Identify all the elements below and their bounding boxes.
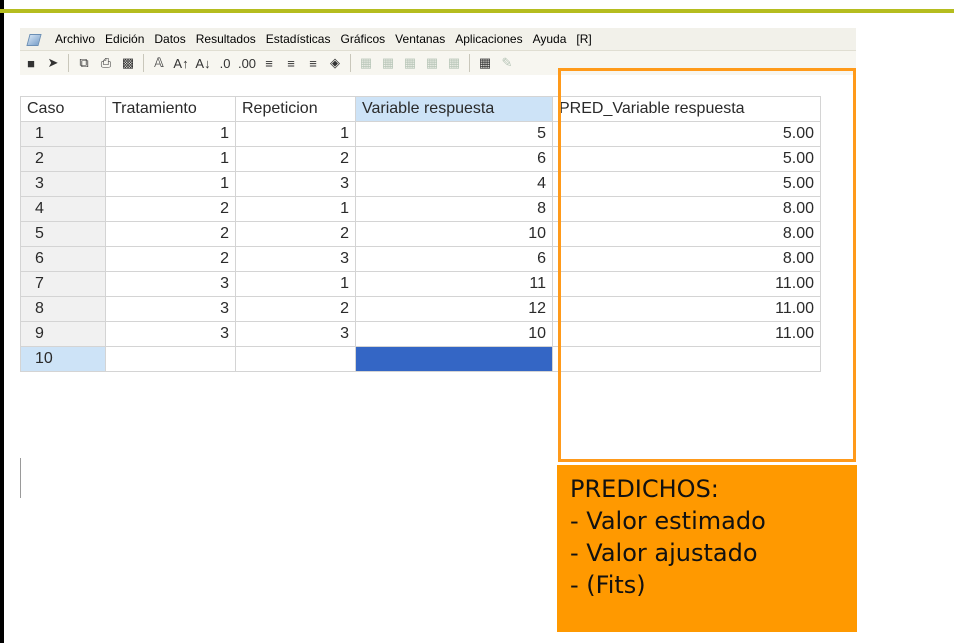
pred-column-highlight (558, 68, 856, 462)
cell-tratamiento[interactable]: 3 (105, 271, 236, 297)
toolbar-separator (68, 54, 69, 72)
edit-icon[interactable]: ✎ (496, 53, 518, 73)
row-number[interactable]: 4 (20, 196, 106, 222)
row-number[interactable]: 6 (20, 246, 106, 272)
cell-repeticion[interactable]: 2 (235, 296, 356, 322)
menu-graficos[interactable]: Gráficos (335, 32, 390, 46)
insert-column-icon[interactable]: ▦ (377, 53, 399, 73)
cell-repeticion[interactable]: 2 (235, 221, 356, 247)
cell-variable-respuesta[interactable]: 12 (355, 296, 553, 322)
font-decrease-icon[interactable]: A↓ (192, 53, 214, 73)
delete-row-icon[interactable]: ▦ (399, 53, 421, 73)
cell-variable-respuesta[interactable]: 10 (355, 221, 553, 247)
cell-variable-respuesta[interactable]: 11 (355, 271, 553, 297)
cell-variable-respuesta[interactable]: 6 (355, 246, 553, 272)
app-logo-icon (26, 32, 44, 46)
menu-ayuda[interactable]: Ayuda (528, 32, 572, 46)
column-header-caso[interactable]: Caso (20, 96, 106, 122)
cell-variable-respuesta[interactable]: 10 (355, 321, 553, 347)
row-number[interactable]: 10 (20, 346, 106, 372)
menu-estadisticas[interactable]: Estadísticas (261, 32, 336, 46)
cell-tratamiento[interactable]: 2 (105, 221, 236, 247)
column-header-repeticion[interactable]: Repeticion (235, 96, 356, 122)
cell-tratamiento[interactable]: 2 (105, 196, 236, 222)
print-icon[interactable]: ▩ (117, 53, 139, 73)
callout-title: PREDICHOS: (570, 475, 719, 503)
menu-ventanas[interactable]: Ventanas (390, 32, 450, 46)
row-number[interactable]: 2 (20, 146, 106, 172)
cell-tratamiento[interactable]: 3 (105, 296, 236, 322)
cell-repeticion[interactable]: 3 (235, 321, 356, 347)
align-left-icon[interactable]: ≡ (258, 53, 280, 73)
cell-repeticion[interactable]: 1 (235, 121, 356, 147)
toolbar-separator (350, 54, 351, 72)
menu-aplicaciones[interactable]: Aplicaciones (450, 32, 527, 46)
column-header-tratamiento[interactable]: Tratamiento (105, 96, 236, 122)
selected-cell[interactable] (355, 346, 553, 372)
row-number[interactable]: 3 (20, 171, 106, 197)
cell-variable-respuesta[interactable]: 4 (355, 171, 553, 197)
fill-color-icon[interactable]: ◈ (324, 53, 346, 73)
menu-datos[interactable]: Datos (149, 32, 190, 46)
save-icon[interactable]: ■ (20, 53, 42, 73)
row-number[interactable]: 9 (20, 321, 106, 347)
cell-tratamiento[interactable]: 3 (105, 321, 236, 347)
menu-archivo[interactable]: Archivo (50, 32, 100, 46)
cell-tratamiento[interactable] (105, 346, 236, 372)
menu-edicion[interactable]: Edición (100, 32, 149, 46)
cell-repeticion[interactable]: 3 (235, 246, 356, 272)
column-header-variable-respuesta[interactable]: Variable respuesta (355, 96, 553, 122)
row-number[interactable]: 7 (20, 271, 106, 297)
cell-tratamiento[interactable]: 2 (105, 246, 236, 272)
cell-repeticion[interactable]: 3 (235, 171, 356, 197)
cell-repeticion[interactable]: 2 (235, 146, 356, 172)
cell-repeticion[interactable] (235, 346, 356, 372)
row-number[interactable]: 8 (20, 296, 106, 322)
decimal-increase-icon[interactable]: .0 (214, 53, 236, 73)
menu-resultados[interactable]: Resultados (191, 32, 261, 46)
callout-line: - (Fits) (570, 571, 646, 599)
menu-bar: Archivo Edición Datos Resultados Estadís… (20, 28, 856, 51)
font-icon[interactable]: 𝔸 (148, 53, 170, 73)
font-increase-icon[interactable]: A↑ (170, 53, 192, 73)
toolbar-separator (143, 54, 144, 72)
delete-column-icon[interactable]: ▦ (421, 53, 443, 73)
cell-tratamiento[interactable]: 1 (105, 121, 236, 147)
cell-tratamiento[interactable]: 1 (105, 171, 236, 197)
calculator-icon[interactable]: ▦ (474, 53, 496, 73)
cell-repeticion[interactable]: 1 (235, 271, 356, 297)
slide-left-border (0, 0, 4, 643)
callout-line: - Valor estimado (570, 507, 766, 535)
cell-tratamiento[interactable]: 1 (105, 146, 236, 172)
decimal-decrease-icon[interactable]: .00 (236, 53, 258, 73)
copy-icon[interactable]: ⧉ (73, 53, 95, 73)
grid-left-edge (20, 458, 21, 498)
menu-r[interactable]: [R] (571, 32, 596, 46)
insert-row-icon[interactable]: ▦ (355, 53, 377, 73)
filter-icon[interactable]: ▦ (443, 53, 465, 73)
open-icon[interactable]: ➤ (42, 53, 64, 73)
row-number[interactable]: 1 (20, 121, 106, 147)
align-center-icon[interactable]: ≡ (280, 53, 302, 73)
cell-repeticion[interactable]: 1 (235, 196, 356, 222)
align-right-icon[interactable]: ≡ (302, 53, 324, 73)
callout-line: - Valor ajustado (570, 539, 758, 567)
cell-variable-respuesta[interactable]: 8 (355, 196, 553, 222)
predichos-callout: PREDICHOS: - Valor estimado - Valor ajus… (557, 465, 857, 632)
row-number[interactable]: 5 (20, 221, 106, 247)
cell-variable-respuesta[interactable]: 6 (355, 146, 553, 172)
toolbar-separator (469, 54, 470, 72)
slide-top-accent-bar (0, 9, 954, 13)
cell-variable-respuesta[interactable]: 5 (355, 121, 553, 147)
paste-icon[interactable]: ⎙ (95, 53, 117, 73)
